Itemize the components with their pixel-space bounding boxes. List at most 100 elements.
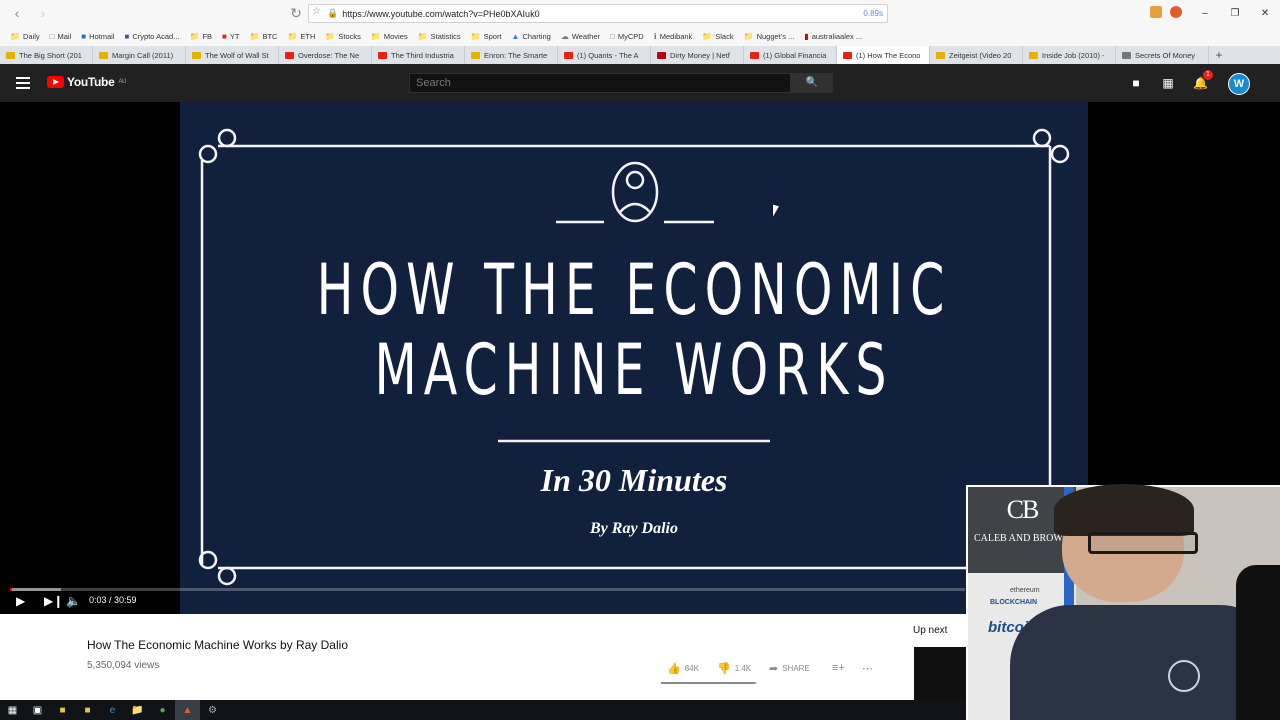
sticky-notes-icon[interactable]: ■: [75, 700, 100, 720]
bookmark-item[interactable]: ■ Crypto Acad...: [125, 32, 180, 41]
sentiment-bar: [661, 682, 757, 684]
youtube-header: YouTube AU Search 🔍 ■ ▦ 🔔 1: [0, 64, 1280, 102]
sentiment-like-fill: [661, 682, 756, 684]
new-tab-icon[interactable]: +: [1209, 46, 1229, 64]
browser-tab[interactable]: Enron: The Smarte: [465, 46, 558, 64]
tab-favicon-icon: [750, 51, 759, 59]
brave-icon[interactable]: ▲: [175, 700, 200, 720]
bookmark-item[interactable]: 📁 Stocks: [325, 32, 360, 41]
progress-bar[interactable]: [10, 588, 965, 591]
bookmark-item[interactable]: 📁 Nugget's ...: [744, 32, 795, 41]
presenter-hair: [1054, 484, 1194, 536]
tab-favicon-icon: [192, 51, 201, 59]
view-count: 5,350,094 views: [87, 660, 160, 671]
share-button[interactable]: ➦ SHARE: [769, 662, 810, 675]
bookmark-item[interactable]: □ MyCPD: [610, 32, 644, 41]
browser-tab[interactable]: (1) Quants - The A: [558, 46, 651, 64]
tab-label: Dirty Money | Netf: [670, 50, 730, 60]
browser-tab[interactable]: Zeitgeist (Video 20: [930, 46, 1023, 64]
tab-favicon-icon: [285, 51, 294, 59]
browser-tab[interactable]: The Third Industria: [372, 46, 465, 64]
search-input[interactable]: Search: [409, 73, 791, 93]
up-next-thumbnail[interactable]: [914, 647, 969, 700]
bookmark-item[interactable]: 📁 Movies: [371, 32, 408, 41]
like-button[interactable]: 👍 84K: [667, 662, 699, 675]
browser-tab[interactable]: Overdose: The Ne: [279, 46, 372, 64]
browser-tab[interactable]: Secrets Of Money: [1116, 46, 1209, 64]
youtube-logo[interactable]: YouTube AU: [47, 75, 126, 89]
mouse-cursor: [773, 204, 783, 220]
bookmark-item[interactable]: ▮ australiaalex ...: [804, 32, 862, 41]
url-text[interactable]: https://www.youtube.com/watch?v=PHe0bXAI…: [342, 9, 539, 19]
share-icon: ➦: [769, 663, 779, 675]
extension-fox-icon[interactable]: [1150, 6, 1162, 18]
file-explorer-icon[interactable]: 📁: [125, 700, 150, 720]
chart-icon: ▲: [511, 31, 520, 41]
bookmarks-bar: 📁 Daily □ Mail ■ Hotmail ■ Crypto Acad... 📁 F…: [0, 26, 1280, 46]
browser-tab[interactable]: Margin Call (2011): [93, 46, 186, 64]
chrome-icon[interactable]: ●: [150, 700, 175, 720]
forward-icon[interactable]: ›: [30, 0, 56, 26]
address-bar[interactable]: ☆ 🔒 https://www.youtube.com/watch?v=PHe0…: [308, 4, 888, 23]
minimize-icon[interactable]: –: [1190, 8, 1220, 19]
progress-buffered: [10, 588, 61, 591]
weather-icon: ☁: [560, 31, 569, 41]
browser-tab[interactable]: The Wolf of Wall St: [186, 46, 279, 64]
more-options-icon[interactable]: ⋯: [862, 662, 873, 675]
bookmark-item[interactable]: 📁 FB: [189, 32, 212, 41]
browser-tab[interactable]: Dirty Money | Netf: [651, 46, 744, 64]
video-byline: By Ray Dalio: [590, 520, 678, 537]
bookmark-item[interactable]: 📁 Daily: [10, 32, 40, 41]
windows-start-icon[interactable]: ▦: [0, 700, 25, 720]
brave-shield-icon[interactable]: [1170, 6, 1182, 18]
folder-icon: 📁: [417, 31, 428, 41]
bookmark-item[interactable]: 📁 Statistics: [418, 32, 461, 41]
add-to-playlist-icon[interactable]: ≡+: [832, 662, 845, 674]
browser-tab[interactable]: Inside Job (2010) -: [1023, 46, 1116, 64]
back-icon[interactable]: ‹: [4, 0, 30, 26]
create-video-icon[interactable]: ■: [1129, 76, 1143, 90]
page-icon: □: [610, 31, 615, 41]
edge-icon[interactable]: e: [100, 700, 125, 720]
bar-chart-icon: ▮: [804, 31, 809, 41]
bookmark-item[interactable]: 📁 Slack: [702, 32, 733, 41]
folder-icon: 📁: [249, 31, 260, 41]
video-frame[interactable]: HOW THE ECONOMIC MACHINE WORKS In 30 Min…: [180, 102, 1088, 614]
hamburger-menu-icon[interactable]: [16, 77, 30, 89]
bookmark-item[interactable]: □ Mail: [50, 32, 72, 41]
restore-icon[interactable]: ❐: [1220, 8, 1250, 19]
page-icon: □: [49, 31, 55, 41]
bookmark-item[interactable]: ℹ Medibank: [654, 32, 693, 41]
close-icon[interactable]: ✕: [1250, 8, 1280, 19]
bookmark-item[interactable]: ■ Hotmail: [81, 32, 114, 41]
tab-label: Margin Call (2011): [112, 50, 174, 60]
store-icon[interactable]: ■: [50, 700, 75, 720]
bookmark-item[interactable]: 📁 BTC: [249, 32, 277, 41]
video-subtitle: In 30 Minutes: [540, 462, 728, 498]
bookmark-item[interactable]: 📁 ETH: [287, 32, 315, 41]
bookmark-item[interactable]: ▲ Charting: [512, 32, 551, 41]
apps-grid-icon[interactable]: ▦: [1161, 76, 1175, 90]
time-readout: 0:03 / 30:59: [89, 595, 137, 605]
window-controls: – ❐ ✕: [1190, 0, 1280, 26]
settings-icon[interactable]: ⚙: [200, 700, 225, 720]
bookmark-item[interactable]: ☁ Weather: [561, 32, 600, 41]
info-icon: ℹ: [653, 31, 657, 41]
star-icon[interactable]: ☆: [312, 6, 321, 17]
avatar[interactable]: W: [1228, 73, 1250, 95]
search-icon[interactable]: 🔍: [791, 73, 833, 93]
browser-tab[interactable]: The Big Short (201: [0, 46, 93, 64]
bookmark-item[interactable]: ■ YT: [222, 32, 239, 41]
task-view-icon[interactable]: ▣: [25, 700, 50, 720]
next-icon[interactable]: ▶❙: [44, 594, 63, 608]
dislike-button[interactable]: 👎 1.4K: [717, 662, 751, 675]
tab-label: The Third Industria: [391, 50, 454, 60]
browser-tab[interactable]: (1) Global Financia: [744, 46, 837, 64]
tab-favicon-icon: [1029, 51, 1038, 59]
volume-icon[interactable]: 🔈: [66, 594, 81, 608]
tab-favicon-icon: [378, 51, 387, 59]
play-icon[interactable]: ▶: [16, 594, 25, 608]
reload-icon[interactable]: ↻: [283, 0, 309, 26]
bookmark-item[interactable]: 📁 Sport: [471, 32, 502, 41]
browser-tab[interactable]: (1) How The Econo: [837, 46, 930, 64]
